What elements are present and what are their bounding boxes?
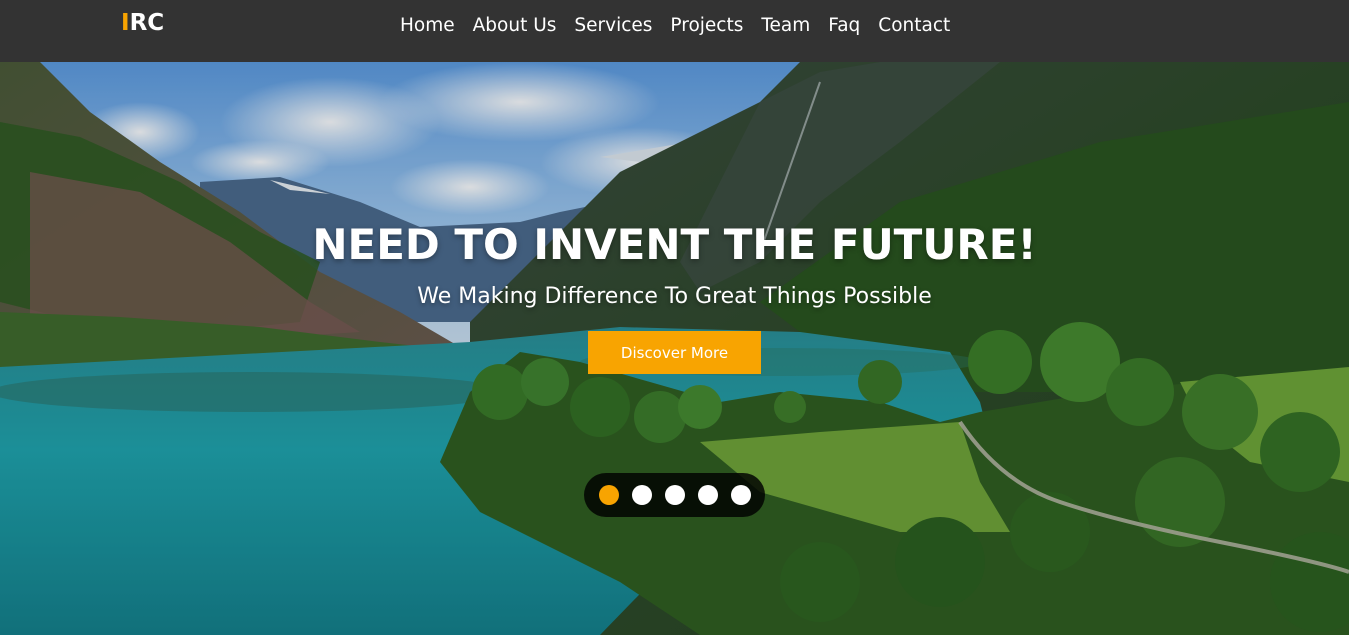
- nav-link-faq[interactable]: Faq: [828, 14, 860, 38]
- carousel-dot-2[interactable]: [631, 485, 652, 505]
- site-logo[interactable]: IRC: [121, 10, 164, 36]
- carousel-dot-3[interactable]: [664, 485, 685, 505]
- hero-subheadline: We Making Difference To Great Things Pos…: [417, 284, 932, 309]
- nav-link-team[interactable]: Team: [761, 14, 810, 38]
- main-nav: Home About Us Services Projects Team Faq…: [400, 14, 968, 38]
- logo-text: RC: [129, 10, 165, 36]
- discover-more-button[interactable]: Discover More: [588, 331, 761, 374]
- nav-link-contact[interactable]: Contact: [878, 14, 950, 38]
- carousel-dot-4[interactable]: [697, 485, 718, 505]
- logo-accent-letter: I: [121, 10, 130, 36]
- carousel-dot-5[interactable]: [730, 485, 751, 505]
- hero-content: NEED TO INVENT THE FUTURE! We Making Dif…: [0, 62, 1349, 635]
- carousel-pagination: [584, 473, 765, 517]
- nav-link-home[interactable]: Home: [400, 14, 455, 38]
- hero-headline: NEED TO INVENT THE FUTURE!: [312, 220, 1037, 269]
- navbar: IRC Home About Us Services Projects Team…: [0, 0, 1349, 62]
- hero-slider: NEED TO INVENT THE FUTURE! We Making Dif…: [0, 62, 1349, 635]
- nav-link-about-us[interactable]: About Us: [473, 14, 557, 38]
- carousel-dot-1[interactable]: [598, 485, 619, 505]
- nav-link-services[interactable]: Services: [574, 14, 652, 38]
- nav-link-projects[interactable]: Projects: [670, 14, 743, 38]
